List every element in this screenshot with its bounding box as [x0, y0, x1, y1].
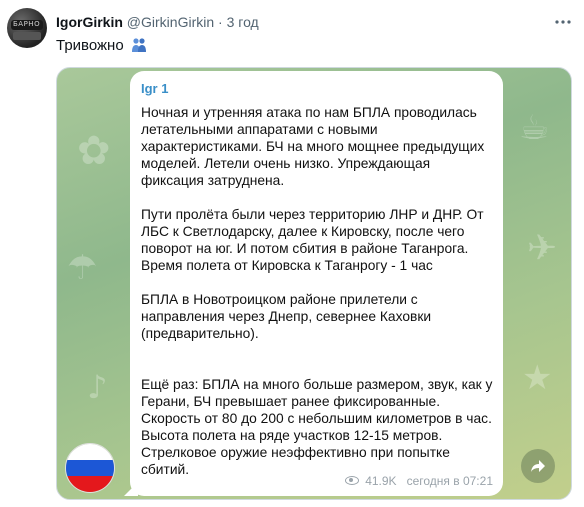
- background-doodle: ✿: [77, 128, 111, 174]
- separator-dot: ·: [218, 14, 223, 30]
- russian-flag-avatar[interactable]: [65, 443, 115, 493]
- avatar-caption: БАРНО: [11, 20, 43, 30]
- telegram-message-bubble: Igr 1 Ночная и утренняя атака по нам БПЛ…: [130, 71, 503, 496]
- tweet-text-content: Тривожно: [56, 37, 124, 54]
- author-name[interactable]: IgorGirkin: [56, 14, 123, 30]
- flag-stripe-red: [66, 476, 114, 492]
- forward-arrow-icon[interactable]: [521, 449, 555, 483]
- tweet-header: IgorGirkin @GirkinGirkin · 3 год: [56, 13, 259, 31]
- avatar-vehicle-shape: [13, 32, 41, 40]
- message-timestamp: сегодня в 07:21: [406, 474, 493, 488]
- background-doodle: ☂: [67, 248, 98, 288]
- couple-emoji-icon: [131, 37, 147, 53]
- ellipsis-icon[interactable]: [554, 12, 572, 28]
- author-handle[interactable]: @GirkinGirkin: [127, 14, 214, 30]
- background-doodle: ★: [522, 358, 553, 398]
- screenshot-media[interactable]: ✿ ☂ ♪ ☕ ✈ ★ Igr 1 Ночная и утренняя атак…: [56, 67, 572, 500]
- message-meta: 41.9K сегодня в 07:21: [344, 474, 493, 488]
- view-count: 41.9K: [365, 474, 397, 488]
- message-text: Ночная и утренняя атака по нам БПЛА пров…: [141, 105, 493, 477]
- tweet-text: Тривожно: [56, 36, 147, 56]
- flag-stripe-blue: [66, 460, 114, 476]
- background-doodle: ✈: [527, 228, 558, 269]
- views-eye-icon: [344, 476, 359, 485]
- background-doodle: ♪: [87, 368, 108, 406]
- tweet-time[interactable]: 3 год: [227, 14, 259, 30]
- author-avatar[interactable]: БАРНО: [7, 8, 47, 48]
- background-doodle: ☕: [519, 108, 550, 148]
- message-sender[interactable]: Igr 1: [141, 80, 493, 98]
- flag-stripe-white: [66, 444, 114, 460]
